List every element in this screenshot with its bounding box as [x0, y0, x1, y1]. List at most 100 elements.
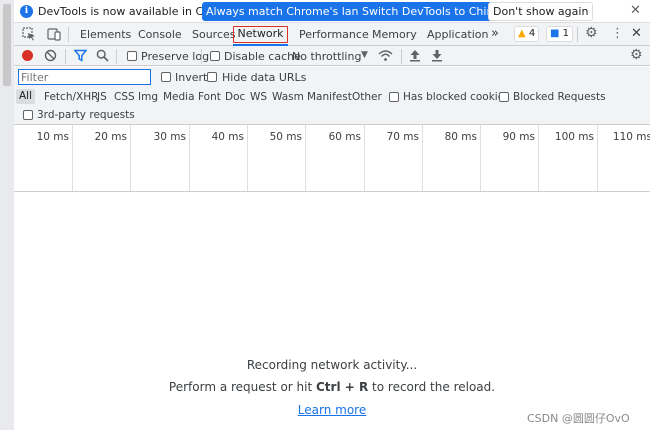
- message-icon: ■: [550, 28, 560, 39]
- blocked-requests-checkbox[interactable]: [499, 92, 509, 102]
- timeline-tick-label: 90 ms: [502, 131, 535, 143]
- timeline-gridline: [597, 125, 598, 191]
- csdn-watermark: CSDN @圆圆仔OvO: [527, 412, 630, 425]
- toolbar-divider: [65, 49, 66, 64]
- timeline-tick-label: 100 ms: [554, 131, 594, 143]
- type-filter-all[interactable]: All: [16, 89, 36, 104]
- timeline-tick-label: 70 ms: [386, 131, 419, 143]
- tab-network[interactable]: Network: [233, 26, 288, 43]
- reload-hint-prefix: Perform a request or hit: [168, 380, 316, 394]
- network-toolbar: Preserve log Disable cache No throttling…: [14, 46, 650, 66]
- hide-data-urls-checkbox[interactable]: [207, 72, 217, 82]
- hide-data-urls-label: Hide data URLs: [222, 71, 307, 84]
- page-scrollbar[interactable]: [0, 0, 14, 430]
- devtools-panel: i DevTools is now available in Chinese! …: [14, 0, 650, 430]
- toolbar-divider: [116, 49, 117, 64]
- language-infobar: i DevTools is now available in Chinese! …: [14, 0, 650, 23]
- page-scrollbar-thumb[interactable]: [3, 4, 11, 86]
- resource-type-row: All Fetch/XHR JS CSS Img Media Font Doc …: [14, 88, 650, 106]
- close-devtools-icon[interactable]: ✕: [631, 26, 642, 41]
- close-icon[interactable]: ✕: [630, 3, 641, 18]
- throttling-select[interactable]: No throttling: [292, 50, 361, 63]
- device-toolbar-icon[interactable]: [47, 27, 61, 41]
- warnings-count: 4: [528, 28, 536, 39]
- toolbar-divider: [401, 49, 402, 64]
- timeline-gridline: [364, 125, 365, 191]
- record-icon[interactable]: [22, 50, 33, 61]
- reload-hint: Perform a request or hit Ctrl + R to rec…: [14, 380, 650, 394]
- filter-icon[interactable]: [74, 49, 87, 62]
- reload-hint-suffix: to record the reload.: [368, 380, 496, 394]
- timeline-gridline: [480, 125, 481, 191]
- import-har-icon[interactable]: [409, 49, 421, 62]
- type-filter-font[interactable]: Font: [198, 91, 221, 103]
- preserve-log-label: Preserve log: [141, 50, 210, 63]
- messages-count: 1: [562, 28, 570, 39]
- warning-icon: ▲: [518, 28, 526, 39]
- tab-application[interactable]: Application: [427, 28, 488, 41]
- third-party-label: 3rd-party requests: [37, 109, 135, 121]
- learn-more-link[interactable]: Learn more: [298, 403, 366, 417]
- customize-menu-icon[interactable]: ⋮: [611, 26, 624, 41]
- timeline-tick-label: 10 ms: [36, 131, 69, 143]
- toolbar-divider: [577, 27, 578, 42]
- tab-sources[interactable]: Sources: [192, 28, 236, 41]
- type-filter-other[interactable]: Other: [352, 91, 382, 103]
- timeline-tick-label: 80 ms: [444, 131, 477, 143]
- timeline-tick-label: 40 ms: [211, 131, 244, 143]
- timeline-gridline: [189, 125, 190, 191]
- invert-checkbox[interactable]: [161, 72, 171, 82]
- warnings-badge[interactable]: ▲ 4: [514, 26, 540, 42]
- messages-badge[interactable]: ■ 1: [546, 26, 574, 42]
- type-filter-ws[interactable]: WS: [250, 91, 267, 103]
- type-filter-wasm[interactable]: Wasm: [272, 91, 304, 103]
- timeline-tick-label: 30 ms: [153, 131, 186, 143]
- type-filter-img[interactable]: Img: [138, 91, 158, 103]
- third-party-checkbox[interactable]: [23, 110, 33, 120]
- timeline-tick-label: 60 ms: [328, 131, 361, 143]
- timeline-overview[interactable]: 10 ms 20 ms 30 ms 40 ms 50 ms 60 ms 70 ms 80 ms…: [14, 125, 650, 192]
- type-filter-fetch-xhr[interactable]: Fetch/XHR: [44, 91, 98, 103]
- blocked-cookies-label: Has blocked cookies: [403, 91, 510, 103]
- type-filter-media[interactable]: Media: [163, 91, 195, 103]
- filter-input[interactable]: [18, 69, 151, 85]
- type-filter-css[interactable]: CSS: [114, 91, 135, 103]
- timeline-tick-label: 110 ms: [612, 131, 650, 143]
- tab-console[interactable]: Console: [138, 28, 182, 41]
- tab-memory[interactable]: Memory: [372, 28, 417, 41]
- reload-shortcut: Ctrl + R: [316, 380, 369, 394]
- timeline-gridline: [130, 125, 131, 191]
- info-icon: i: [20, 5, 33, 18]
- disable-cache-checkbox[interactable]: [210, 51, 220, 61]
- toolbar-divider: [68, 27, 69, 42]
- timeline-gridline: [305, 125, 306, 191]
- recording-message: Recording network activity...: [246, 358, 418, 372]
- main-tabbar: Elements Console Sources Network Perform…: [14, 23, 650, 46]
- blocked-cookies-checkbox[interactable]: [389, 92, 399, 102]
- inspect-element-icon[interactable]: [22, 27, 36, 41]
- invert-label: Invert: [175, 71, 208, 84]
- chevron-down-icon[interactable]: ▼: [361, 50, 368, 60]
- more-tabs-icon[interactable]: »: [491, 26, 499, 41]
- timeline-gridline: [538, 125, 539, 191]
- disable-cache-label: Disable cache: [224, 50, 301, 63]
- blocked-requests-label: Blocked Requests: [513, 91, 606, 103]
- type-filter-js[interactable]: JS: [97, 91, 107, 103]
- preserve-log-checkbox[interactable]: [127, 51, 137, 61]
- third-party-row: 3rd-party requests: [14, 106, 650, 125]
- export-har-icon[interactable]: [431, 49, 443, 62]
- settings-gear-icon[interactable]: ⚙: [585, 25, 598, 41]
- type-filter-doc[interactable]: Doc: [225, 91, 245, 103]
- tab-performance[interactable]: Performance: [299, 28, 369, 41]
- type-filter-manifest[interactable]: Manifest: [307, 91, 352, 103]
- clear-icon[interactable]: [44, 49, 57, 62]
- filter-row: Invert Hide data URLs: [14, 67, 650, 88]
- network-conditions-icon[interactable]: [378, 49, 393, 62]
- timeline-gridline: [247, 125, 248, 191]
- tab-elements[interactable]: Elements: [80, 28, 131, 41]
- dont-show-again-button[interactable]: Don't show again: [488, 2, 594, 21]
- timeline-tick-label: 20 ms: [94, 131, 127, 143]
- network-settings-gear-icon[interactable]: ⚙: [630, 47, 643, 63]
- timeline-gridline: [72, 125, 73, 191]
- search-icon[interactable]: [96, 49, 109, 62]
